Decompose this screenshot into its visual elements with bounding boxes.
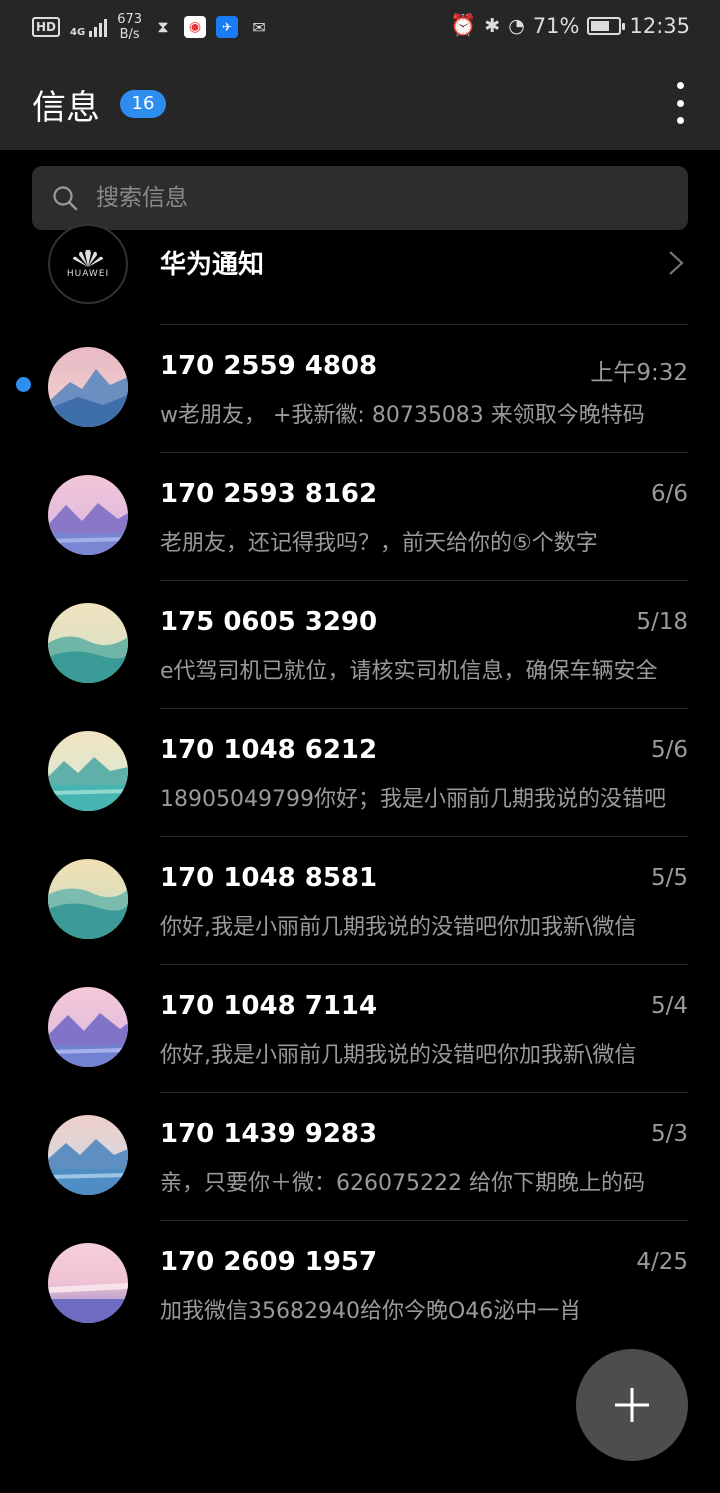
huawei-logo: HUAWEI (48, 224, 128, 304)
conversation-row[interactable]: 170 1048 7114 5/4 你好,我是小丽前几期我说的没错吧你加我新\微信 (0, 965, 720, 1093)
huawei-notification-row[interactable]: HUAWEI 华为通知 (0, 224, 720, 326)
contact-avatar (48, 347, 128, 427)
chevron-right-icon (669, 251, 684, 275)
message-preview: e代驾司机已就位，请核实司机信息，确保车辆安全 (160, 659, 658, 684)
app-bar: 信息 16 (0, 56, 720, 150)
sender-number: 175 0605 3290 (160, 607, 378, 637)
network-speed: 673 B/s (117, 12, 143, 42)
signal-icon: 4G (70, 17, 108, 38)
status-left: HD 4G 673 B/s ⧗ ◉ ✈ ✉ (32, 12, 270, 42)
new-message-button[interactable] (576, 1349, 688, 1461)
message-time: 5/5 (650, 865, 688, 891)
contact-avatar (48, 475, 128, 555)
contact-avatar (48, 859, 128, 939)
contact-avatar (48, 1115, 128, 1195)
contact-avatar (48, 987, 128, 1067)
sender-number: 170 1048 7114 (160, 991, 378, 1021)
message-preview: 亲，只要你＋微：626075222 给你下期晚上的码 (160, 1171, 645, 1196)
message-time: 上午9:32 (590, 360, 688, 386)
sender-number: 170 2559 4808 (160, 351, 378, 381)
search-input[interactable] (96, 166, 666, 230)
battery-icon (587, 16, 626, 35)
message-time: 5/3 (650, 1121, 688, 1147)
unread-count-badge: 16 (120, 90, 166, 118)
clock: 12:35 (629, 13, 690, 38)
conversation-row[interactable]: 170 1439 9283 5/3 亲，只要你＋微：626075222 给你下期晚上… (0, 1093, 720, 1221)
message-preview: 老朋友，还记得我吗？，前天给你的⑤个数字 (160, 531, 598, 556)
search-bar[interactable] (32, 166, 688, 230)
mail-icon: ✉ (252, 17, 266, 37)
conversation-row[interactable]: 175 0605 3290 5/18 e代驾司机已就位，请核实司机信息，确保车辆安全 (0, 581, 720, 709)
message-time: 5/6 (650, 737, 688, 763)
contact-avatar (48, 603, 128, 683)
message-time: 6/6 (650, 481, 688, 507)
conversation-row[interactable]: 170 2609 1957 4/25 加我微信35682940给你今晚O46泌中一肖 (0, 1221, 720, 1349)
alarm-icon: ⏰ (450, 13, 477, 37)
message-time: 5/18 (636, 609, 688, 635)
contact-avatar (48, 731, 128, 811)
contact-avatar (48, 1243, 128, 1323)
more-vertical-icon[interactable] (670, 82, 690, 124)
sender-number: 170 1439 9283 (160, 1119, 378, 1149)
message-preview: 加我微信35682940给你今晚O46泌中一肖 (160, 1299, 582, 1324)
conversation-row[interactable]: 170 2593 8162 6/6 老朋友，还记得我吗？，前天给你的⑤个数字 (0, 453, 720, 581)
message-preview: 18905049799你好；我是小丽前几期我说的没错吧 (160, 787, 666, 812)
battery-percent: 71% (532, 13, 580, 38)
data-saver-icon: ◔ (508, 14, 525, 37)
sender-number: 170 2593 8162 (160, 479, 378, 509)
notification-title: 华为通知 (160, 250, 265, 280)
plus-icon (615, 1388, 649, 1422)
status-bar: HD 4G 673 B/s ⧗ ◉ ✈ ✉ ⏰ ✱ ◔ 71% 12:35 (0, 0, 720, 56)
weibo-app-icon: ◉ (184, 16, 207, 38)
hourglass-icon: ⧗ (157, 17, 169, 36)
page-title: 信息 (32, 88, 100, 128)
conversation-row[interactable]: 170 2559 4808 上午9:32 w老朋友， +我新徽: 80735083 … (0, 325, 720, 453)
bluetooth-icon: ✱ (484, 14, 501, 37)
message-preview: 你好,我是小丽前几期我说的没错吧你加我新\微信 (160, 1043, 637, 1068)
conversation-row[interactable]: 170 1048 6212 5/6 18905049799你好；我是小丽前几期我说的… (0, 709, 720, 837)
search-icon (53, 186, 78, 211)
sender-number: 170 1048 8581 (160, 863, 378, 893)
unread-dot (16, 377, 31, 392)
hd-indicator: HD (32, 17, 61, 37)
sender-number: 170 2609 1957 (160, 1247, 378, 1277)
message-preview: w老朋友， +我新徽: 80735083 来领取今晚特码 (160, 403, 645, 428)
message-time: 4/25 (636, 1249, 688, 1275)
sender-number: 170 1048 6212 (160, 735, 378, 765)
message-time: 5/4 (650, 993, 688, 1019)
conversation-row[interactable]: 170 1048 8581 5/5 你好,我是小丽前几期我说的没错吧你加我新\微信 (0, 837, 720, 965)
message-preview: 你好,我是小丽前几期我说的没错吧你加我新\微信 (160, 915, 637, 940)
status-right: ⏰ ✱ ◔ 71% 12:35 (450, 13, 690, 38)
bird-app-icon: ✈ (216, 16, 239, 38)
